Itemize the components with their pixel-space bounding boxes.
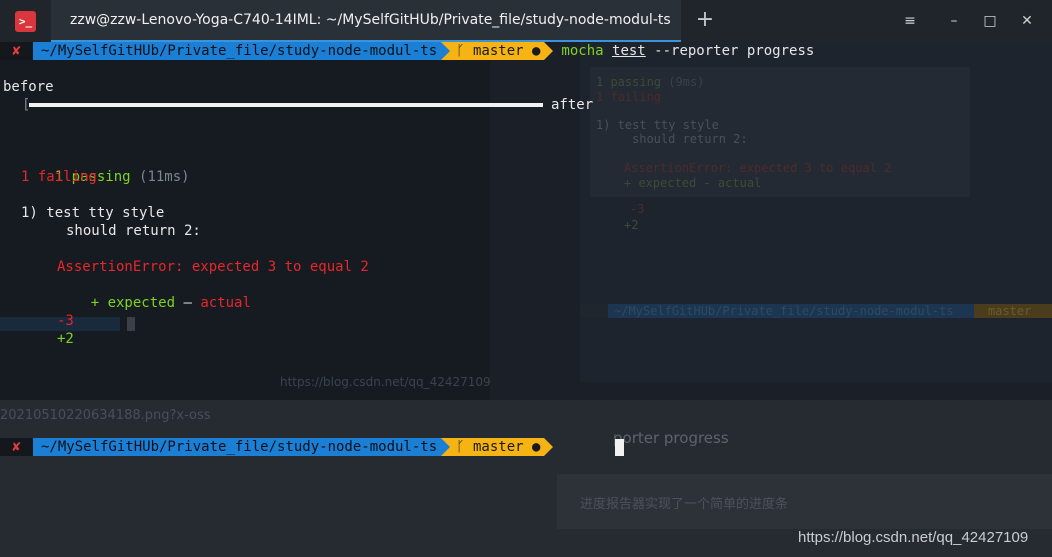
prompt-path: ~/MySelfGitHUb/Private_file/study-node-m… (33, 42, 442, 60)
tab-terminal[interactable]: zzw@zzw-Lenovo-Yoga-C740-14IML: ~/MySelf… (51, 0, 681, 42)
title-bar: >_ zzw@zzw-Lenovo-Yoga-C740-14IML: ~/MyS… (0, 0, 1052, 42)
ghost-path: ~/MySelfGitHUb/Private_file/study-node-m… (608, 304, 974, 318)
ghost-test-title: 1) test tty style (596, 118, 719, 132)
minimize-button[interactable]: – (943, 10, 965, 32)
watermark-upper: https://blog.csdn.net/qq_42427109 (280, 375, 491, 389)
status-fail-icon: ✘ (0, 42, 33, 60)
status-fail-icon: ✘ (0, 438, 33, 456)
ghost-plus: +2 (624, 218, 639, 232)
terminal-area[interactable]: 1 passing (9ms) 1 failing 1) test tty st… (0, 42, 1052, 557)
ghost-minus: -3 (630, 202, 645, 216)
git-branch-segment: ᚴ master ● (450, 42, 545, 60)
summary-failing: 1 failing (21, 169, 97, 185)
prompt-path: ~/MySelfGitHUb/Private_file/study-node-m… (33, 438, 442, 456)
diff-expected: +2 (57, 331, 74, 347)
terminal-cursor (615, 439, 624, 456)
ghost-assertion: AssertionError: expected 3 to equal 2 (624, 161, 892, 175)
ghost-subtext: 进度报告器实现了一个简单的进度条 (580, 497, 789, 512)
prompt-line-2: ✘ ~/MySelfGitHUb/Private_file/study-node… (0, 438, 554, 456)
diff-legend: + expected – actual (90, 295, 251, 311)
ghost-legend: + expected - actual (624, 176, 762, 190)
command-text: mocha test --reporter progress (561, 43, 815, 59)
ghost-cursor (127, 317, 135, 331)
diff-actual: -3 (57, 313, 74, 329)
ghost-passing: 1 passing (9ms) (596, 75, 705, 89)
powerline-separator-icon (441, 42, 451, 60)
ghost-heading: porter progress (613, 429, 729, 447)
maximize-button[interactable]: □ (979, 10, 1001, 32)
hook-after: after (551, 97, 594, 113)
terminal-app-icon[interactable]: >_ (15, 11, 36, 32)
progress-bar (29, 103, 543, 107)
summary-passing: 1 passing (11ms) (54, 169, 190, 185)
ghost-branch: master (974, 304, 1052, 318)
ghost-test-case: should return 2: (632, 132, 748, 146)
tab-title: zzw@zzw-Lenovo-Yoga-C740-14IML: ~/MySelf… (70, 12, 671, 28)
git-branch-segment: ᚴ master ● (450, 438, 545, 456)
failure-case: should return 2: (66, 223, 201, 239)
assertion-error: AssertionError: expected 3 to equal 2 (57, 259, 369, 275)
powerline-separator-icon (544, 438, 554, 456)
new-tab-button[interactable]: + (692, 6, 718, 34)
ghost-url-fragment: 20210510220634188.png?x-oss (0, 408, 211, 423)
powerline-separator-icon (544, 42, 554, 60)
powerline-separator-icon (441, 438, 451, 456)
prompt-line-1: ✘ ~/MySelfGitHUb/Private_file/study-node… (0, 42, 814, 60)
failure-title: 1) test tty style (21, 205, 165, 221)
watermark-lower: https://blog.csdn.net/qq_42427109 (798, 529, 1029, 546)
close-button[interactable]: ✕ (1016, 10, 1038, 32)
hamburger-menu-icon[interactable]: ≡ (899, 10, 921, 32)
ghost-failing: 1 failing (596, 90, 662, 104)
hook-before: before (3, 79, 54, 95)
